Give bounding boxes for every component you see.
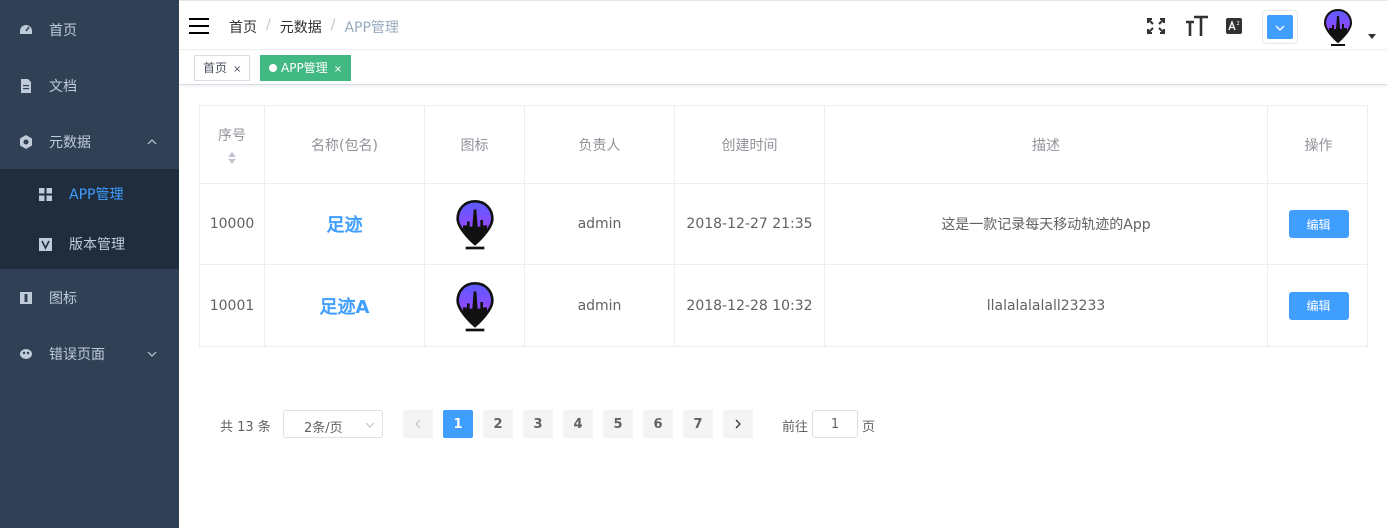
breadcrumb-metadata[interactable]: 元数据 <box>280 17 322 37</box>
page-button[interactable]: 1 <box>443 410 473 438</box>
tag-home[interactable]: 首页 × <box>194 55 251 81</box>
fullscreen-icon[interactable] <box>1146 17 1166 35</box>
page-button[interactable]: 6 <box>643 410 673 438</box>
breadcrumb-home[interactable]: 首页 <box>229 17 257 37</box>
chevron-up-icon <box>147 139 157 145</box>
close-icon[interactable]: × <box>334 64 342 75</box>
edit-button[interactable]: 编辑 <box>1288 210 1349 238</box>
grid-icon <box>39 187 52 201</box>
column-header-id[interactable]: 序号 <box>200 106 265 183</box>
hamburger-menu-icon[interactable] <box>189 18 209 34</box>
breadcrumb: 首页 / 元数据 / APP管理 <box>229 17 399 37</box>
goto-suffix: 页 <box>862 420 876 435</box>
column-header-created: 创建时间 <box>675 106 825 183</box>
bug-icon <box>20 349 32 359</box>
app-logo-icon <box>455 281 494 331</box>
breadcrumb-separator: / <box>330 17 336 33</box>
chevron-down-icon <box>1275 25 1285 31</box>
theme-color-picker[interactable] <box>1262 10 1298 44</box>
app-logo-icon <box>455 199 494 250</box>
sidebar-item-error-pages[interactable]: 错误页面 <box>0 329 179 379</box>
active-dot-icon <box>269 63 277 72</box>
gear-icon <box>20 135 32 149</box>
prev-page-button[interactable] <box>403 410 433 438</box>
cell-owner: admin <box>525 265 675 346</box>
cell-description: 这是一款记录每天移动轨迹的App <box>825 184 1268 264</box>
document-icon <box>21 79 31 93</box>
column-header-description: 描述 <box>825 106 1268 183</box>
page-button[interactable]: 4 <box>563 410 593 438</box>
icon-icon <box>20 292 32 304</box>
close-icon[interactable]: × <box>233 64 241 75</box>
svg-text:2: 2 <box>1237 21 1240 27</box>
sidebar-item-label: 文档 <box>49 79 77 95</box>
sidebar: 首页 文档 元数据 APP管理 版本管理 图标 错误页面 <box>0 0 179 528</box>
avatar[interactable] <box>1323 8 1353 46</box>
sort-icon[interactable] <box>227 151 237 165</box>
column-header-actions: 操作 <box>1304 137 1333 154</box>
breadcrumb-separator: / <box>266 17 271 33</box>
page-button[interactable]: 2 <box>483 410 513 438</box>
cell-description: llalalalalall23233 <box>825 265 1268 346</box>
cell-app-name[interactable]: 足迹 <box>327 211 363 237</box>
sidebar-item-label: 元数据 <box>49 135 91 151</box>
page-size-select[interactable]: 2条/页 <box>283 410 383 438</box>
sidebar-item-icons[interactable]: 图标 <box>0 273 179 323</box>
submenu-item-label: APP管理 <box>69 187 124 203</box>
tag-label: APP管理 <box>281 61 328 75</box>
edit-button[interactable]: 编辑 <box>1288 291 1349 320</box>
cell-created: 2018-12-28 10:32 <box>675 265 825 346</box>
caret-down-icon[interactable] <box>1368 34 1376 40</box>
chevron-down-icon <box>147 351 157 357</box>
dashboard-icon <box>20 25 32 34</box>
pagination-total: 共 13 条 <box>220 420 271 435</box>
next-page-button[interactable] <box>723 410 753 438</box>
chevron-left-icon <box>415 419 421 429</box>
column-header-owner: 负责人 <box>525 106 675 183</box>
cell-owner: admin <box>525 184 675 264</box>
translate-icon[interactable]: 2 <box>1226 18 1242 34</box>
goto-label: 前往 <box>782 420 809 435</box>
tag-app-management[interactable]: APP管理 × <box>260 55 352 81</box>
page-button[interactable]: 7 <box>683 410 713 438</box>
chevron-right-icon <box>735 419 741 429</box>
app-table: 序号 名称(包名) 图标 负责人 创建时间 描述 操作 10000 足迹 adm… <box>199 105 1368 347</box>
submenu-item-label: 版本管理 <box>69 237 125 253</box>
column-header-icon: 图标 <box>425 106 525 183</box>
page-button[interactable]: 3 <box>523 410 553 438</box>
cell-id: 10000 <box>200 184 265 264</box>
font-size-icon[interactable] <box>1185 15 1209 37</box>
tags-view: 首页 × APP管理 × <box>179 51 1387 85</box>
sidebar-item-metadata[interactable]: 元数据 <box>0 117 179 167</box>
sidebar-item-docs[interactable]: 文档 <box>0 61 179 111</box>
submenu-item-version-management[interactable]: 版本管理 <box>0 219 179 269</box>
sidebar-item-label: 错误页面 <box>49 347 105 363</box>
sidebar-item-label: 首页 <box>49 23 77 39</box>
cell-created: 2018-12-27 21:35 <box>675 184 825 264</box>
submenu-item-app-management[interactable]: APP管理 <box>0 169 179 219</box>
page-size-value: 2条/页 <box>304 421 343 436</box>
goto-page-input[interactable] <box>812 410 858 438</box>
sidebar-item-label: 图标 <box>49 291 77 307</box>
version-icon <box>39 237 52 251</box>
table-row: 10001 足迹A admin 2018-12-28 10:32 llalala… <box>200 265 1367 346</box>
breadcrumb-current: APP管理 <box>344 20 399 36</box>
cell-id: 10001 <box>200 265 265 346</box>
page-button[interactable]: 5 <box>603 410 633 438</box>
column-header-label: 序号 <box>218 127 246 144</box>
sidebar-item-home[interactable]: 首页 <box>0 5 179 55</box>
tag-label: 首页 <box>203 61 228 75</box>
table-row: 10000 足迹 admin 2018-12-27 21:35 这是一款记录每天… <box>200 184 1367 265</box>
chevron-down-icon <box>365 422 375 428</box>
column-header-name: 名称(包名) <box>265 106 425 183</box>
cell-app-name[interactable]: 足迹A <box>320 293 370 319</box>
table-header-row: 序号 名称(包名) 图标 负责人 创建时间 描述 操作 <box>200 106 1367 184</box>
